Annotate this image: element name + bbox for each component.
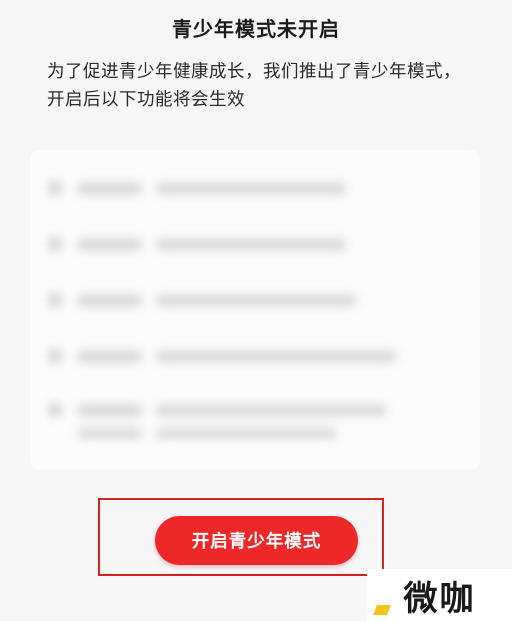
bullet-icon: [48, 349, 62, 363]
watermark: 微咖: [367, 569, 512, 621]
teen-mode-screen: 青少年模式未开启 为了促进青少年健康成长，我们推出了青少年模式，开启后以下功能将…: [0, 0, 512, 621]
bullet-icon: [48, 403, 62, 417]
enable-teen-mode-button[interactable]: 开启青少年模式: [155, 516, 358, 565]
watermark-accent-icon: [373, 605, 391, 615]
watermark-logo: 微咖: [403, 578, 476, 619]
feature-list-card: [30, 150, 480, 470]
blurred-feature-list: [30, 150, 480, 470]
description-text: 为了促进青少年健康成长，我们推出了青少年模式，开启后以下功能将会生效: [47, 62, 461, 110]
bullet-icon: [48, 293, 62, 307]
page-title: 青少年模式未开启: [172, 17, 340, 41]
bullet-icon: [48, 181, 62, 195]
bullet-icon: [48, 237, 62, 251]
